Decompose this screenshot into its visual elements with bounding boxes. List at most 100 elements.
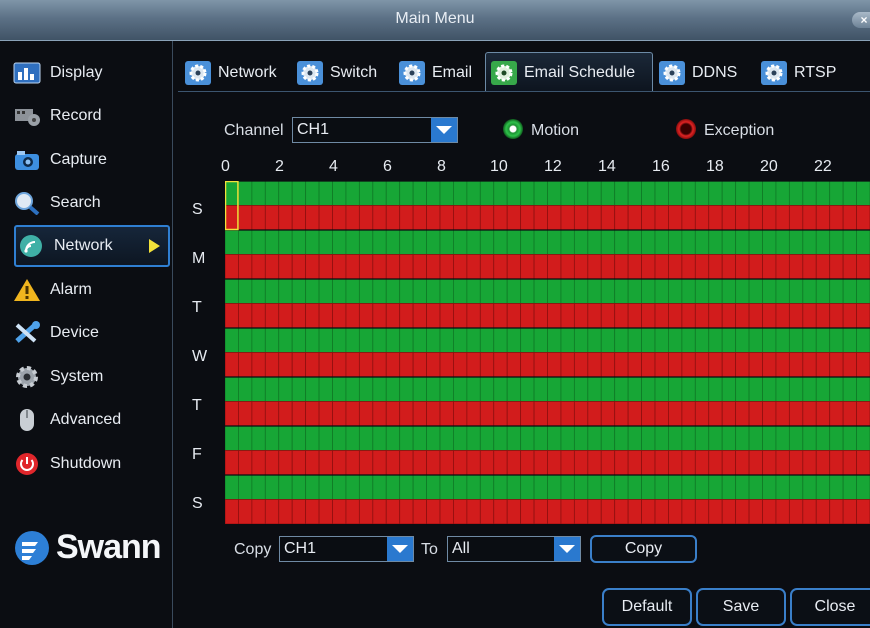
motion-cell[interactable]	[238, 376, 253, 402]
exception-cell[interactable]	[856, 205, 870, 231]
motion-cell[interactable]	[641, 181, 656, 206]
exception-cell[interactable]	[372, 303, 387, 329]
exception-cell[interactable]	[291, 303, 307, 329]
motion-cell[interactable]	[748, 181, 763, 206]
tab-network[interactable]: Network	[184, 54, 277, 92]
exception-cell[interactable]	[694, 205, 710, 231]
exception-cell[interactable]	[264, 303, 280, 329]
motion-cell[interactable]	[547, 425, 562, 451]
motion-cell[interactable]	[358, 376, 374, 402]
motion-cell[interactable]	[493, 474, 508, 500]
motion-cell[interactable]	[399, 181, 414, 206]
exception-cell[interactable]	[856, 499, 870, 525]
exception-cell[interactable]	[641, 303, 656, 329]
motion-cell[interactable]	[775, 229, 790, 255]
exception-cell[interactable]	[614, 205, 629, 231]
motion-cell[interactable]	[856, 278, 870, 304]
exception-cell[interactable]	[842, 254, 857, 280]
motion-cell[interactable]	[573, 229, 589, 255]
exception-cell[interactable]	[573, 352, 589, 378]
exception-cell[interactable]	[345, 450, 360, 476]
motion-cell[interactable]	[829, 327, 844, 353]
motion-cell[interactable]	[412, 229, 427, 255]
exception-cell[interactable]	[385, 254, 401, 280]
motion-cell[interactable]	[802, 278, 817, 304]
motion-cell[interactable]	[479, 425, 495, 451]
exception-cell[interactable]	[412, 205, 427, 231]
exception-cell[interactable]	[587, 401, 602, 427]
exception-cell[interactable]	[318, 303, 333, 329]
motion-cell[interactable]	[493, 181, 508, 206]
exception-cell[interactable]	[291, 401, 307, 427]
motion-cell[interactable]	[466, 474, 481, 500]
motion-cell[interactable]	[466, 278, 481, 304]
exception-cell[interactable]	[654, 450, 669, 476]
motion-cell[interactable]	[318, 229, 333, 255]
exception-cell[interactable]	[802, 450, 817, 476]
exception-cell[interactable]	[278, 450, 293, 476]
motion-cell[interactable]	[385, 376, 401, 402]
exception-cell[interactable]	[587, 303, 602, 329]
exception-cell[interactable]	[439, 303, 454, 329]
motion-cell[interactable]	[681, 474, 696, 500]
exception-cell[interactable]	[748, 401, 763, 427]
motion-cell[interactable]	[627, 474, 642, 500]
exception-cell[interactable]	[560, 499, 575, 525]
motion-cell[interactable]	[775, 327, 790, 353]
motion-cell[interactable]	[654, 327, 669, 353]
exception-cell[interactable]	[520, 499, 535, 525]
motion-cell[interactable]	[332, 474, 347, 500]
motion-cell[interactable]	[439, 474, 454, 500]
motion-cell[interactable]	[829, 425, 844, 451]
motion-cell[interactable]	[305, 181, 320, 206]
motion-cell[interactable]	[573, 327, 589, 353]
motion-cell[interactable]	[453, 425, 468, 451]
exception-cell[interactable]	[479, 254, 495, 280]
exception-cell[interactable]	[573, 254, 589, 280]
exception-cell[interactable]	[479, 450, 495, 476]
motion-cell[interactable]	[426, 376, 441, 402]
motion-cell[interactable]	[560, 278, 575, 304]
motion-cell[interactable]	[547, 229, 562, 255]
exception-cell[interactable]	[332, 303, 347, 329]
motion-cell[interactable]	[668, 229, 683, 255]
exception-cell[interactable]	[264, 205, 280, 231]
exception-cell[interactable]	[614, 401, 629, 427]
motion-cell[interactable]	[291, 278, 307, 304]
motion-cell[interactable]	[225, 425, 239, 451]
motion-cell[interactable]	[399, 376, 414, 402]
exception-cell[interactable]	[829, 499, 844, 525]
motion-cell[interactable]	[493, 327, 508, 353]
exception-cell[interactable]	[264, 450, 280, 476]
motion-cell[interactable]	[412, 327, 427, 353]
motion-cell[interactable]	[560, 181, 575, 206]
exception-cell[interactable]	[802, 205, 817, 231]
motion-cell[interactable]	[856, 474, 870, 500]
motion-cell[interactable]	[856, 327, 870, 353]
motion-cell[interactable]	[654, 376, 669, 402]
motion-cell[interactable]	[372, 278, 387, 304]
exception-cell[interactable]	[493, 450, 508, 476]
motion-cell[interactable]	[627, 181, 642, 206]
motion-cell[interactable]	[291, 229, 307, 255]
exception-cell[interactable]	[264, 352, 280, 378]
exception-cell[interactable]	[587, 352, 602, 378]
motion-cell[interactable]	[318, 327, 333, 353]
exception-cell[interactable]	[815, 205, 831, 231]
motion-cell[interactable]	[479, 181, 495, 206]
motion-cell[interactable]	[466, 425, 481, 451]
motion-cell[interactable]	[412, 376, 427, 402]
exception-cell[interactable]	[573, 401, 589, 427]
motion-cell[interactable]	[788, 278, 804, 304]
exception-cell[interactable]	[291, 254, 307, 280]
motion-cell[interactable]	[305, 327, 320, 353]
exception-cell[interactable]	[493, 401, 508, 427]
motion-cell[interactable]	[762, 327, 777, 353]
exception-cell[interactable]	[238, 303, 253, 329]
exception-cell[interactable]	[560, 254, 575, 280]
exception-cell[interactable]	[735, 401, 750, 427]
motion-cell[interactable]	[721, 278, 737, 304]
exception-cell[interactable]	[358, 401, 374, 427]
exception-cell[interactable]	[614, 499, 629, 525]
motion-cell[interactable]	[506, 425, 522, 451]
